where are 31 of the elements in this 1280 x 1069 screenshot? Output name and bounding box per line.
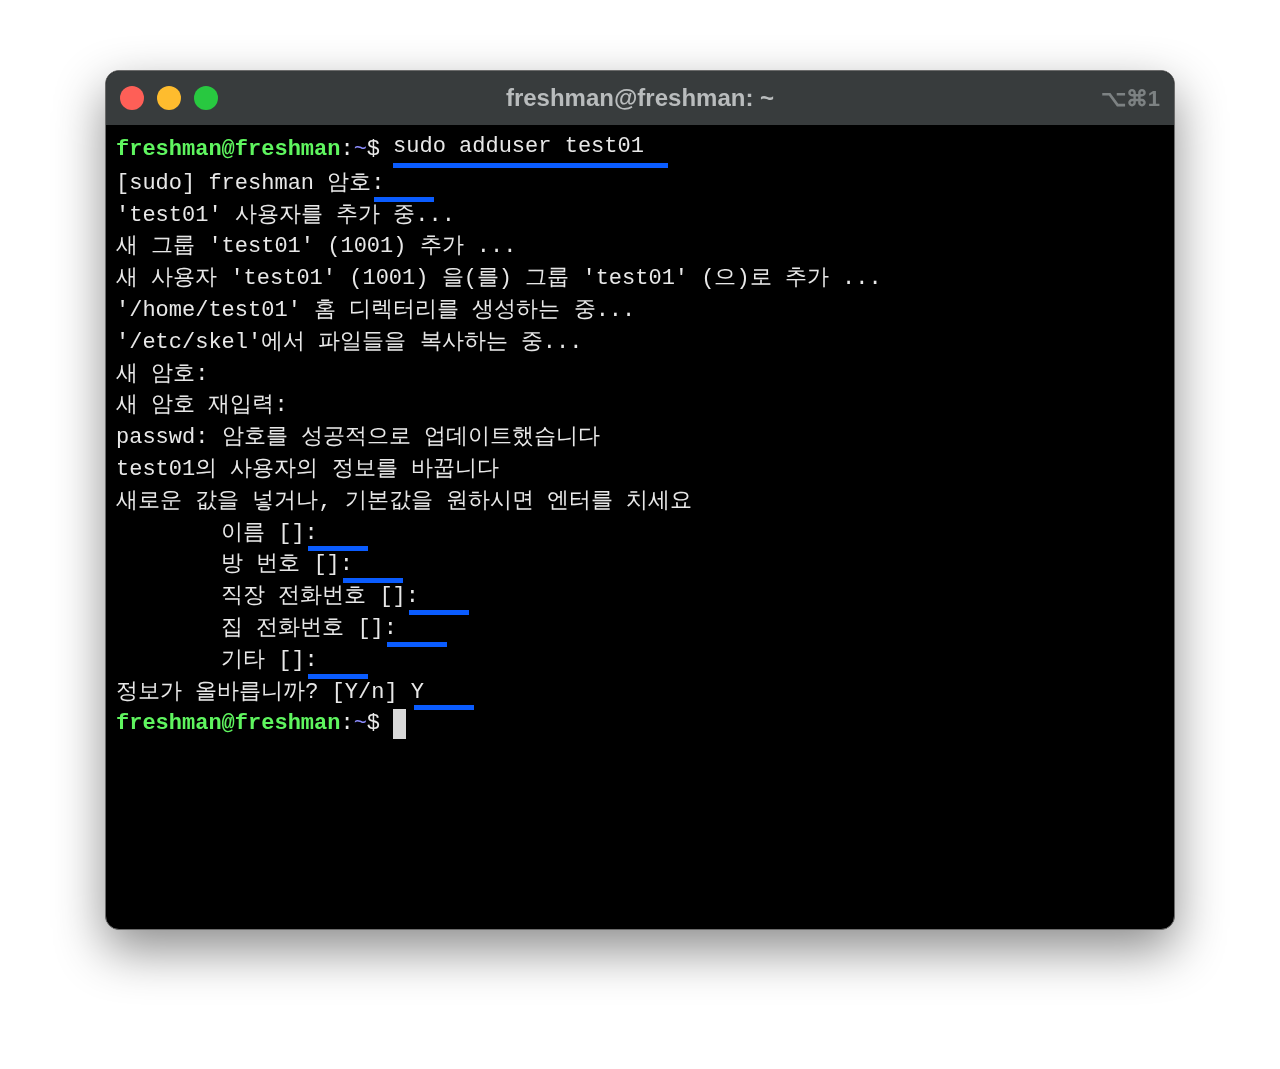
terminal-output: '/home/test01' 홈 디렉터리를 생성하는 중... (116, 297, 636, 325)
terminal-output: passwd: 암호를 성공적으로 업데이트했습니다 (116, 424, 601, 453)
terminal-output: [sudo] freshman 암호: (116, 169, 385, 198)
prompt-path: ~ (353, 710, 367, 739)
prompt-path: ~ (353, 135, 367, 164)
prompt-user: freshman@freshman (116, 710, 341, 739)
prompt-symbol: $ (366, 135, 381, 164)
terminal-output: 정보가 올바릅니까? [Y/n] Y (116, 678, 425, 707)
minimize-button[interactable] (157, 86, 181, 110)
terminal-output: 이름 []: (221, 519, 318, 548)
prompt-user: freshman@freshman (116, 135, 341, 164)
terminal-output: 새 암호 재입력: (116, 392, 288, 421)
prompt-colon: : (340, 710, 354, 739)
terminal-output: 새로운 값을 넣거나, 기본값을 원하시면 엔터를 치세요 (116, 487, 693, 516)
terminal-output: 'test01' 사용자를 추가 중... (116, 201, 455, 230)
zoom-button[interactable] (194, 86, 218, 110)
prompt-colon: : (340, 135, 354, 164)
terminal-output: 방 번호 []: (221, 551, 353, 580)
terminal-output: 집 전화번호 []: (221, 614, 397, 643)
window-title: freshman@freshman: ~ (505, 83, 775, 113)
prompt-symbol: $ (366, 710, 381, 739)
terminal-output: 새 사용자 'test01' (1001) 을(를) 그룹 'test01' (으)로 추가 ... (116, 265, 882, 294)
keyboard-shortcut: ⌥⌘1 (1100, 84, 1160, 113)
terminal-output: 새 그룹 'test01' (1001) 추가 ... (116, 233, 517, 262)
command-text: sudo adduser test01 (393, 131, 668, 168)
terminal-output: 직장 전화번호 []: (221, 583, 419, 612)
terminal-output: 새 암호: (116, 360, 209, 389)
terminal-output: '/etc/skel'에서 파일들을 복사하는 중... (116, 328, 583, 357)
close-button[interactable] (120, 86, 144, 110)
terminal-output: 기타 []: (221, 646, 318, 675)
terminal-output: test01의 사용자의 정보를 바꿉니다 (116, 455, 499, 484)
